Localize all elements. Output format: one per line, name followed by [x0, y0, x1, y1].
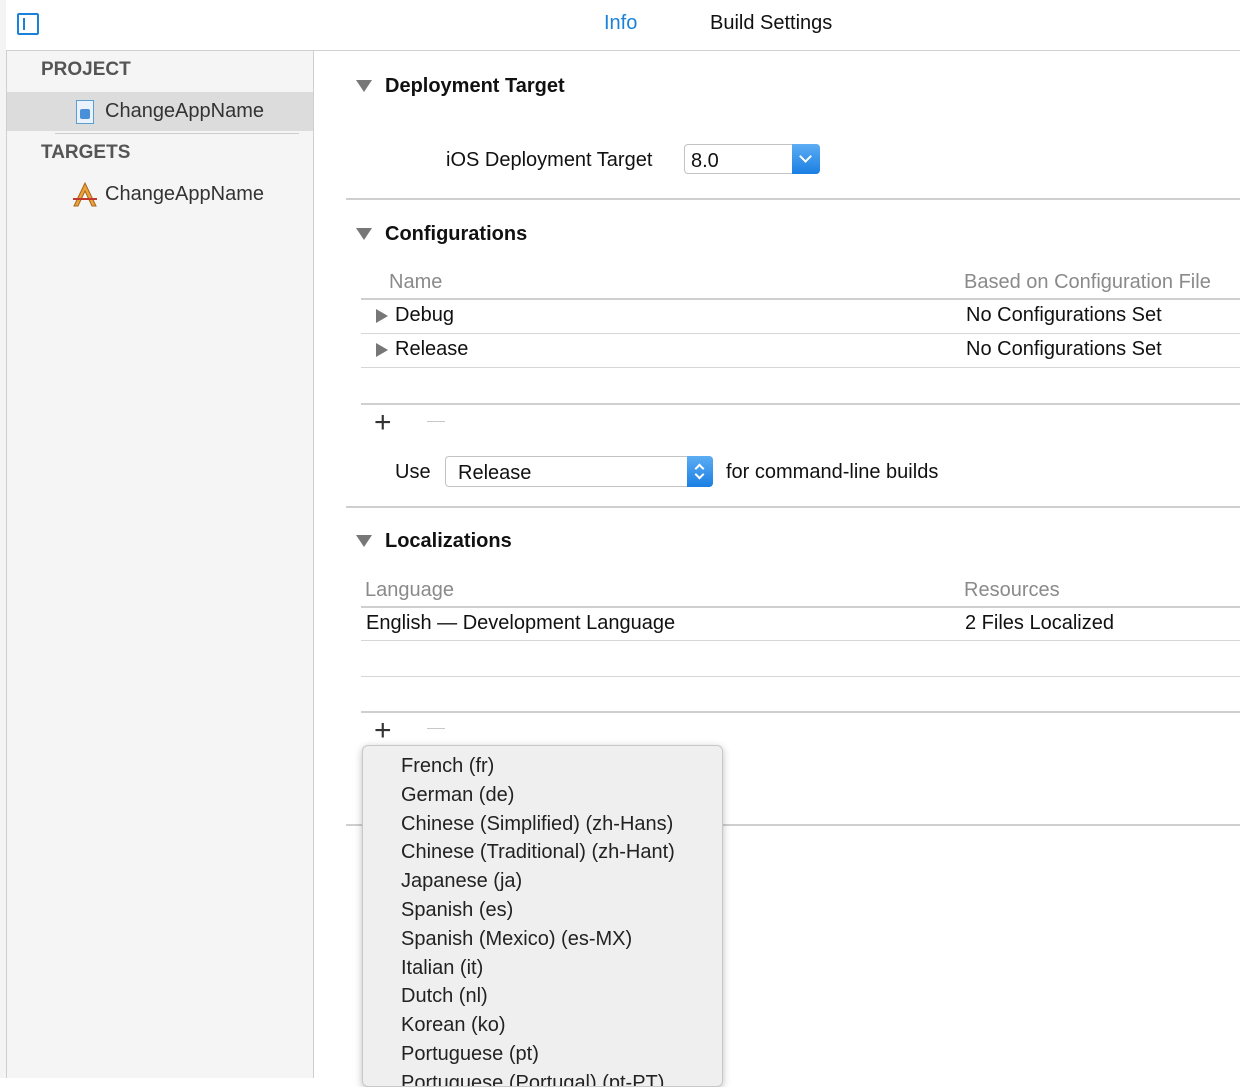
ios-deployment-target-value: 8.0	[691, 150, 719, 172]
config-based-on: No Configurations Set	[966, 304, 1162, 326]
command-line-config-select[interactable]: Release	[445, 456, 713, 487]
app-target-icon	[73, 181, 97, 207]
sidebar-divider	[55, 133, 299, 134]
sidebar-item-project-label: ChangeAppName	[105, 100, 264, 122]
column-header-language[interactable]: Language	[365, 579, 454, 602]
menu-item-language[interactable]: Portuguese (pt)	[401, 1043, 539, 1066]
sidebar-toggle-icon[interactable]	[17, 13, 39, 35]
menu-item-language[interactable]: Spanish (es)	[401, 899, 513, 922]
disclosure-triangle-right-icon[interactable]	[376, 343, 388, 357]
command-line-config-value: Release	[458, 462, 532, 484]
tab-build-settings[interactable]: Build Settings	[710, 12, 832, 35]
tab-info[interactable]: Info	[604, 12, 637, 35]
menu-item-language[interactable]: Chinese (Simplified) (zh-Hans)	[401, 813, 673, 836]
ios-deployment-target-select[interactable]: 8.0	[684, 144, 820, 174]
menu-item-language[interactable]: Dutch (nl)	[401, 985, 488, 1008]
ios-deployment-target-label: iOS Deployment Target	[446, 149, 653, 171]
menu-item-language[interactable]: Japanese (ja)	[401, 870, 522, 893]
localization-language: English — Development Language	[366, 612, 676, 634]
disclosure-triangle-deployment[interactable]	[356, 80, 372, 92]
add-localization-button[interactable]: +	[374, 716, 392, 746]
section-title-configurations: Configurations	[385, 223, 528, 245]
column-header-resources[interactable]: Resources	[964, 579, 1060, 602]
menu-item-language[interactable]: German (de)	[401, 784, 514, 807]
menu-item-language[interactable]: French (fr)	[401, 755, 494, 778]
disclosure-triangle-right-icon[interactable]	[376, 309, 388, 323]
table-footer-divider	[361, 711, 1240, 713]
row-divider	[361, 640, 1240, 641]
up-down-stepper-icon[interactable]	[687, 456, 713, 487]
menu-item-language[interactable]: Italian (it)	[401, 957, 483, 980]
table-row[interactable]: Release No Configurations Set	[361, 334, 1240, 367]
menu-item-language[interactable]: Chinese (Traditional) (zh-Hant)	[401, 841, 675, 864]
section-divider	[346, 506, 1240, 508]
targets-heading: TARGETS	[41, 142, 131, 163]
chevron-down-icon[interactable]	[792, 144, 820, 174]
table-footer-divider	[361, 403, 1240, 405]
sidebar-item-target[interactable]: ChangeAppName	[7, 175, 313, 213]
sidebar-item-project[interactable]: ChangeAppName	[7, 92, 313, 131]
use-label: Use	[395, 461, 431, 483]
disclosure-triangle-localizations[interactable]	[356, 535, 372, 547]
config-based-on: No Configurations Set	[966, 338, 1162, 360]
menu-item-language[interactable]: Portuguese (Portugal) (pt-PT)	[401, 1072, 664, 1086]
column-header-name[interactable]: Name	[389, 271, 442, 294]
sidebar-item-target-label: ChangeAppName	[105, 183, 264, 205]
remove-configuration-button[interactable]	[427, 421, 445, 422]
row-divider	[361, 367, 1240, 368]
add-configuration-button[interactable]: +	[374, 408, 392, 438]
project-heading: PROJECT	[41, 59, 131, 80]
menu-item-language[interactable]: Spanish (Mexico) (es-MX)	[401, 928, 632, 951]
command-line-builds-label: for command-line builds	[726, 461, 939, 483]
disclosure-triangle-configurations[interactable]	[356, 228, 372, 240]
section-divider	[346, 198, 1240, 200]
column-header-based-on[interactable]: Based on Configuration File	[964, 271, 1211, 294]
menu-item-language[interactable]: Korean (ko)	[401, 1014, 506, 1037]
config-name: Release	[395, 338, 469, 360]
window-edge	[0, 0, 7, 1078]
localization-resources: 2 Files Localized	[965, 612, 1114, 634]
language-menu: French (fr) German (de) Chinese (Simplifie…	[362, 745, 723, 1087]
table-row[interactable]: English — Development Language 2 Files L…	[361, 608, 1240, 640]
table-row[interactable]: Debug No Configurations Set	[361, 300, 1240, 333]
section-title-deployment: Deployment Target	[385, 75, 565, 97]
project-file-icon	[76, 100, 94, 124]
section-title-localizations: Localizations	[385, 530, 512, 552]
config-name: Debug	[395, 304, 454, 326]
project-navigator-sidebar: PROJECT ChangeAppName TARGETS ChangeAppN…	[7, 51, 314, 1078]
row-divider	[361, 676, 1240, 677]
remove-localization-button[interactable]	[427, 728, 445, 729]
